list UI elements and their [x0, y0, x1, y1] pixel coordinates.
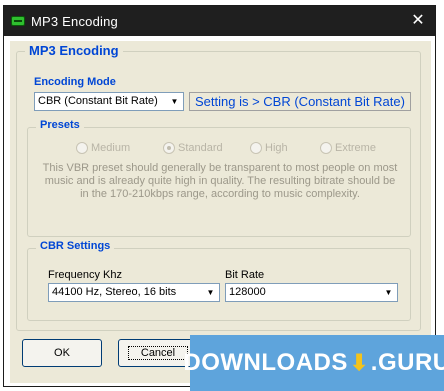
chevron-down-icon[interactable]: ▼: [167, 94, 182, 109]
close-button[interactable]: ✕: [407, 11, 429, 31]
bitrate-label: Bit Rate: [225, 269, 265, 281]
dialog-body: MP3 Encoding Encoding Mode CBR (Constant…: [10, 41, 431, 383]
frequency-select[interactable]: 44100 Hz, Stereo, 16 bits ▼: [48, 283, 220, 302]
downloads-guru-watermark: DOWNLOADS ⬇ .GURU: [183, 335, 444, 391]
frequency-label: Frequency Khz: [48, 269, 122, 281]
bitrate-value: 128000: [229, 286, 266, 298]
app-icon: [11, 16, 25, 26]
preset-extreme-radio[interactable]: Extreme: [320, 142, 376, 154]
radio-icon: [320, 142, 332, 154]
encoding-mode-label: Encoding Mode: [34, 76, 116, 88]
watermark-left-text: DOWNLOADS: [183, 349, 348, 376]
ok-button[interactable]: OK: [22, 339, 102, 367]
cancel-button-label: Cancel: [127, 346, 189, 360]
mp3-encoding-group-title: MP3 Encoding: [25, 43, 123, 58]
preset-medium-label: Medium: [91, 142, 131, 154]
mp3-encoding-window: MP3 Encoding ✕ MP3 Encoding Encoding Mod…: [3, 5, 436, 387]
setting-status: Setting is > CBR (Constant Bit Rate): [189, 92, 411, 111]
chevron-down-icon[interactable]: ▼: [203, 285, 218, 300]
presets-group-title: Presets: [36, 119, 84, 131]
window-title: MP3 Encoding: [31, 13, 118, 29]
bitrate-select[interactable]: 128000 ▼: [225, 283, 398, 302]
ok-button-label: OK: [54, 347, 70, 359]
download-arrow-icon: ⬇: [349, 350, 369, 375]
frequency-value: 44100 Hz, Stereo, 16 bits: [52, 286, 177, 298]
radio-icon: [250, 142, 262, 154]
radio-selected-icon: [163, 142, 175, 154]
encoding-mode-select[interactable]: CBR (Constant Bit Rate) ▼: [34, 92, 184, 111]
preset-description: This VBR preset should generally be tran…: [42, 162, 398, 200]
title-bar[interactable]: MP3 Encoding ✕: [4, 6, 435, 36]
radio-icon: [76, 142, 88, 154]
encoding-mode-value: CBR (Constant Bit Rate): [38, 95, 158, 107]
preset-high-label: High: [265, 142, 288, 154]
preset-high-radio[interactable]: High: [250, 142, 288, 154]
watermark-right-text: .GURU: [370, 349, 444, 376]
preset-standard-radio[interactable]: Standard: [163, 142, 223, 154]
preset-extreme-label: Extreme: [335, 142, 376, 154]
cbr-settings-group-title: CBR Settings: [36, 240, 115, 252]
preset-medium-radio[interactable]: Medium: [76, 142, 130, 154]
preset-standard-label: Standard: [178, 142, 223, 154]
chevron-down-icon[interactable]: ▼: [381, 285, 396, 300]
